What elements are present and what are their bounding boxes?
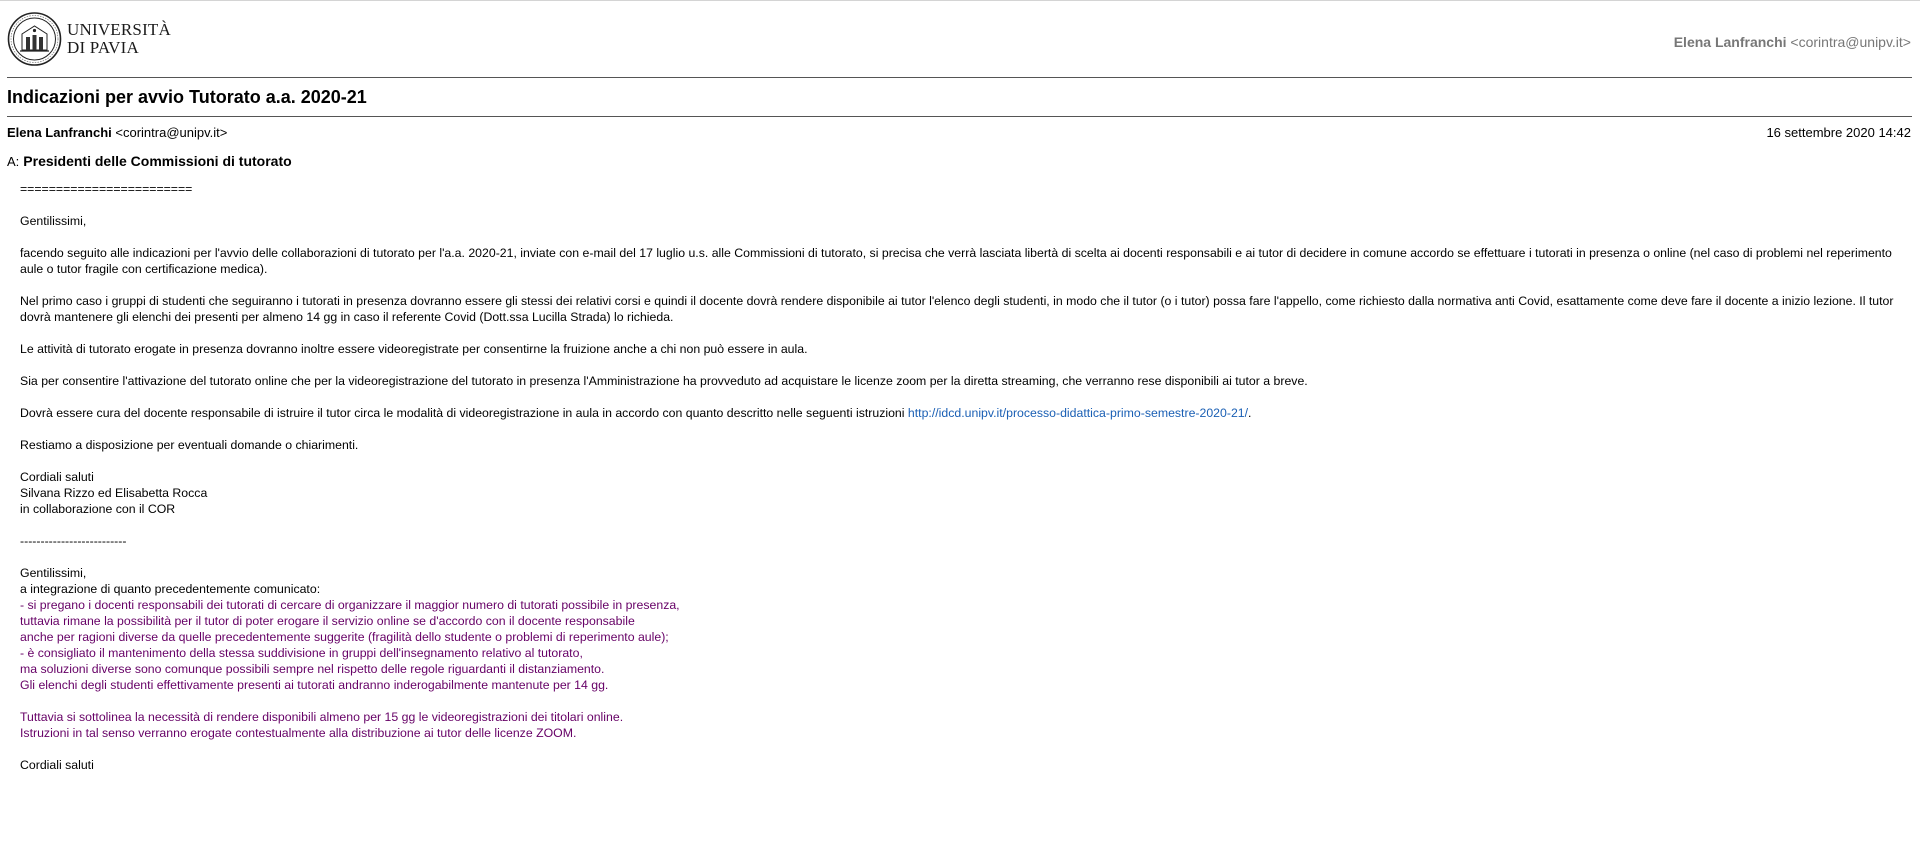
page-header: UNIVERSITÀ DI PAVIA Elena Lanfranchi <co… [7,1,1912,78]
highlighted-block: - si pregano i docenti responsabili dei … [20,597,1912,693]
account-user-email: <corintra@unipv.it> [1790,34,1911,50]
recipient-row: A: Presidenti delle Commissioni di tutor… [7,153,1912,169]
email-body: ======================== Gentilissimi, f… [20,181,1912,773]
account-user-name: Elena Lanfranchi [1673,34,1787,50]
sender-email: <corintra@unipv.it> [115,125,228,140]
greeting: Gentilissimi, [20,214,87,228]
instructions-end: . [1248,406,1252,420]
body-paragraph: Nel primo caso i gruppi di studenti che … [20,294,1894,324]
highlighted-line: Tuttavia si sottolinea la necessità di r… [20,710,624,724]
highlighted-line: - si pregano i docenti responsabili dei … [20,598,680,612]
highlighted-block: Tuttavia si sottolinea la necessità di r… [20,709,1912,741]
signature: Cordiali saluti Silvana Rizzo ed Elisabe… [20,469,1912,517]
body-paragraph: Sia per consentire l'attivazione del tut… [20,374,1308,388]
highlighted-line: Gli elenchi degli studenti effettivament… [20,678,609,692]
signature-line: Cordiali saluti [20,470,94,484]
greeting: Gentilissimi, [20,566,87,580]
signature-line: Silvana Rizzo ed Elisabetta Rocca [20,486,208,500]
divider-line: -------------------------- [20,534,127,548]
body-paragraph: Le attività di tutorato erogate in prese… [20,342,808,356]
separator-line: ======================== [20,182,193,196]
intro-line: a integrazione di quanto precedentemente… [20,582,321,596]
email-subject: Indicazioni per avvio Tutorato a.a. 2020… [7,87,367,107]
signature-line: in collaborazione con il COR [20,502,176,516]
highlighted-line: anche per ragioni diverse da quelle prec… [20,630,669,644]
body-paragraph: Restiamo a disposizione per eventuali do… [20,438,359,452]
body-paragraph-instructions: Dovrà essere cura del docente responsabi… [20,405,1912,421]
logo-line-2: DI PAVIA [67,38,139,57]
highlighted-line: Istruzioni in tal senso verranno erogate… [20,726,577,740]
second-message-intro: Gentilissimi, a integrazione di quanto p… [20,565,1912,597]
highlighted-line: tuttavia rimane la possibilità per il tu… [20,614,635,628]
email-date: 16 settembre 2020 14:42 [1766,125,1911,140]
sender: Elena Lanfranchi <corintra@unipv.it> [7,125,227,140]
logo-wordmark: UNIVERSITÀ DI PAVIA [67,21,171,57]
university-logo: UNIVERSITÀ DI PAVIA [7,10,171,68]
sender-row: Elena Lanfranchi <corintra@unipv.it> 16 … [7,125,1912,140]
email-print-view: UNIVERSITÀ DI PAVIA Elena Lanfranchi <co… [0,0,1920,866]
account-user: Elena Lanfranchi <corintra@unipv.it> [1674,34,1911,50]
university-seal-icon [7,12,62,66]
recipient-value: Presidenti delle Commissioni di tutorato [23,153,292,169]
body-paragraph: facendo seguito alle indicazioni per l'a… [20,246,1892,276]
sender-name: Elena Lanfranchi [7,125,112,140]
instructions-link[interactable]: http://idcd.unipv.it/processo-didattica-… [908,406,1248,420]
subject-bar: Indicazioni per avvio Tutorato a.a. 2020… [7,78,1912,117]
highlighted-line: - è consigliato il mantenimento della st… [20,646,583,660]
recipient-label: A: [7,154,20,169]
instructions-text: Dovrà essere cura del docente responsabi… [20,406,908,420]
logo-line-1: UNIVERSITÀ [67,20,171,39]
highlighted-line: ma soluzioni diverse sono comunque possi… [20,662,605,676]
closing: Cordiali saluti [20,758,94,772]
